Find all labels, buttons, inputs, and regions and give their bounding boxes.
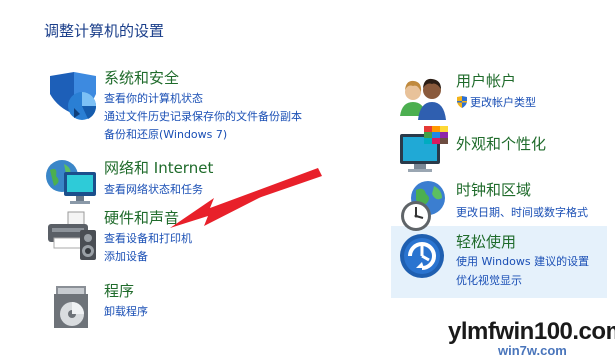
category-hardware-sound[interactable]: 硬件和声音 [104,209,179,227]
link-optimize-visual-display[interactable]: 优化视觉显示 [456,274,522,288]
category-appearance-personalization[interactable]: 外观和个性化 [456,135,546,153]
watermark-main: ylmfwin100.com [448,318,615,345]
page-title: 调整计算机的设置 [44,22,165,40]
shield-icon[interactable] [44,70,100,126]
link-uninstall-program[interactable]: 卸载程序 [104,305,148,319]
users-icon[interactable] [396,72,452,128]
category-clock-region[interactable]: 时钟和区域 [456,181,531,199]
link-recommended-settings[interactable]: 使用 Windows 建议的设置 [456,255,589,269]
uac-shield-icon [457,96,467,108]
monitor-palette-icon[interactable] [396,124,452,180]
category-user-accounts[interactable]: 用户帐户 [456,72,516,90]
link-change-account-type[interactable]: 更改帐户类型 [456,96,536,110]
link-add-device[interactable]: 添加设备 [104,250,148,264]
watermark-sub: win7w.com [498,343,567,358]
link-change-account-type-label: 更改帐户类型 [470,96,536,109]
control-panel-window: 调整计算机的设置 系统和安全 查看你的计算机状态 通过文件历史记录保存你的文件备… [0,0,615,364]
clock-globe-icon[interactable] [396,178,452,234]
link-file-history[interactable]: 通过文件历史记录保存你的文件备份副本 [104,110,302,124]
link-network-status[interactable]: 查看网络状态和任务 [104,183,203,197]
link-devices-printers[interactable]: 查看设备和打印机 [104,232,192,246]
ease-of-access-icon[interactable] [398,232,454,288]
programs-disk-icon[interactable] [44,278,100,334]
category-system-security[interactable]: 系统和安全 [104,69,179,87]
category-ease-of-access[interactable]: 轻松使用 [456,233,516,251]
link-backup-restore[interactable]: 备份和还原(Windows 7) [104,128,227,142]
link-view-computer-status[interactable]: 查看你的计算机状态 [104,92,203,106]
printer-speaker-icon[interactable] [44,208,100,264]
category-network-internet[interactable]: 网络和 Internet [104,159,213,177]
category-programs[interactable]: 程序 [104,282,134,300]
network-globe-icon[interactable] [44,156,100,212]
link-change-date-time-format[interactable]: 更改日期、时间或数字格式 [456,206,588,220]
